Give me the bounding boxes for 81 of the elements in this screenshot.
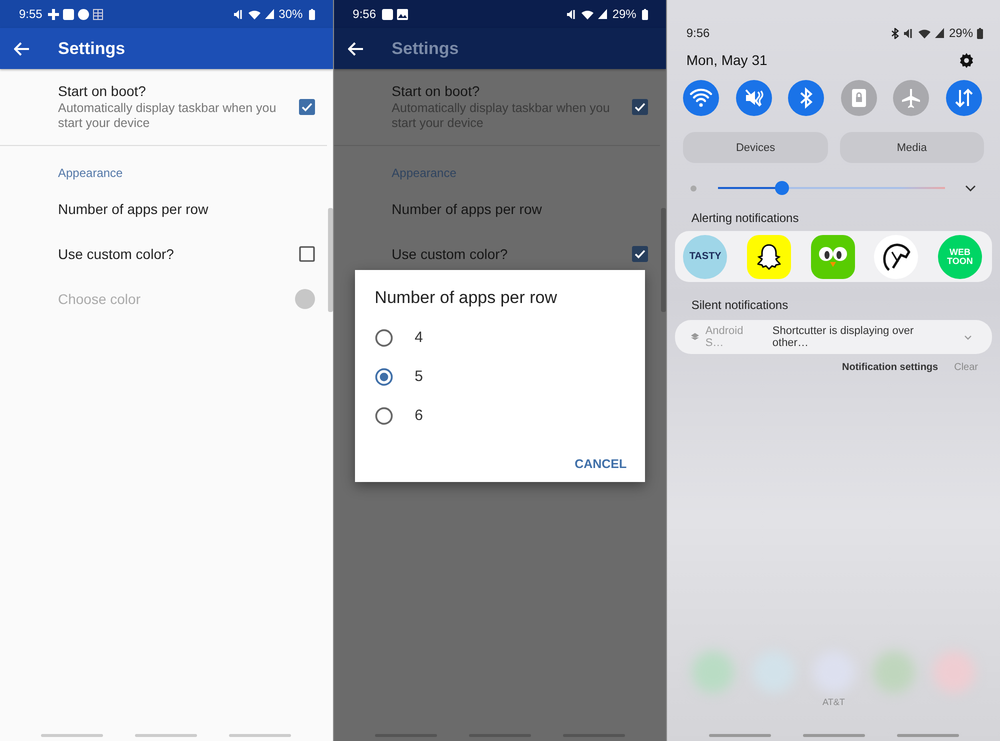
radio-option[interactable]: 6 bbox=[374, 396, 627, 435]
radio-option[interactable]: 4 bbox=[374, 318, 627, 357]
bluetooth-toggle[interactable] bbox=[788, 80, 824, 116]
battery-icon bbox=[308, 8, 315, 20]
layers-icon bbox=[691, 333, 700, 341]
chevron-down-icon[interactable] bbox=[965, 184, 976, 192]
preference-summary: Automatically display taskbar when you start your device bbox=[58, 101, 278, 131]
category-header: Appearance bbox=[57, 165, 124, 182]
data-toggle[interactable] bbox=[946, 80, 982, 116]
preference-title: Use custom color? bbox=[58, 246, 175, 262]
back-icon[interactable] bbox=[348, 42, 364, 56]
airplane-toggle[interactable] bbox=[893, 80, 930, 116]
status-time: 9:55 bbox=[19, 7, 42, 21]
signal-icon bbox=[598, 9, 608, 19]
checkbox[interactable] bbox=[298, 246, 315, 262]
mute-toggle[interactable] bbox=[736, 80, 772, 116]
radio-button[interactable] bbox=[374, 368, 393, 386]
screen-title: Settings bbox=[392, 38, 459, 58]
preference-title: Number of apps per row bbox=[58, 200, 210, 216]
circle-icon bbox=[78, 8, 90, 20]
section-title: Silent notifications bbox=[690, 297, 790, 312]
preference-title: Choose color bbox=[58, 290, 142, 306]
battery-percent: 29% bbox=[612, 7, 636, 21]
radio-button[interactable] bbox=[374, 328, 393, 346]
wifi-icon bbox=[248, 8, 261, 20]
panel-button[interactable]: Devices bbox=[683, 132, 828, 163]
signal-icon bbox=[264, 9, 275, 19]
mute-icon bbox=[902, 28, 914, 38]
preference-title: Use custom color? bbox=[392, 246, 509, 262]
app-logo[interactable]: TASTY bbox=[683, 234, 728, 278]
status-time: 9:56 bbox=[352, 7, 376, 21]
wifi-icon bbox=[581, 8, 594, 20]
dialog-title: Number of apps per row bbox=[374, 288, 558, 308]
back-icon[interactable] bbox=[14, 42, 30, 56]
preference-title: Start on boot? bbox=[392, 83, 481, 99]
square-icon bbox=[63, 8, 74, 20]
ghost-app-icon[interactable] bbox=[747, 234, 791, 278]
brightness-slider[interactable] bbox=[718, 181, 946, 195]
battery-icon bbox=[642, 8, 648, 20]
preference-row[interactable]: Use custom color? bbox=[0, 231, 327, 276]
carrier-label: AT&T bbox=[822, 697, 846, 707]
notification-card[interactable]: Android S… Shortcutter is displaying over other… bbox=[675, 320, 992, 354]
grid-icon bbox=[93, 8, 104, 20]
battery-percent: 30% bbox=[278, 7, 303, 21]
brightness-icon bbox=[689, 184, 698, 192]
preference-row[interactable]: Number of apps per row bbox=[0, 186, 327, 231]
section-title: Alerting notifications bbox=[690, 210, 800, 225]
color-swatch[interactable] bbox=[294, 288, 315, 308]
screen-title: Settings bbox=[58, 38, 126, 58]
signal-icon bbox=[934, 28, 945, 38]
preference-title: Number of apps per row bbox=[392, 200, 543, 216]
radio-button[interactable] bbox=[374, 406, 393, 424]
category-header: Appearance bbox=[390, 165, 458, 182]
status-time: 9:56 bbox=[686, 26, 710, 40]
settings-icon[interactable] bbox=[959, 52, 974, 68]
preference-title: Start on boot? bbox=[58, 83, 147, 99]
notification-app: Android S… bbox=[705, 325, 744, 349]
panel-button[interactable]: Media bbox=[840, 132, 984, 163]
square-icon bbox=[382, 8, 394, 20]
image-icon bbox=[397, 8, 408, 20]
checkbox[interactable] bbox=[632, 246, 648, 262]
checkbox[interactable] bbox=[298, 99, 315, 115]
mute-icon bbox=[566, 8, 578, 20]
cancel-button[interactable]: CANCEL bbox=[574, 453, 627, 475]
option-label: 6 bbox=[414, 407, 424, 424]
date-label: Mon, May 31 bbox=[686, 52, 768, 68]
text-button[interactable]: Notification settings bbox=[842, 362, 938, 373]
owl-app-icon[interactable] bbox=[810, 234, 855, 278]
mute-icon bbox=[232, 8, 244, 20]
option-label: 4 bbox=[414, 329, 424, 346]
bluetooth-icon bbox=[890, 28, 899, 38]
lock-toggle[interactable] bbox=[840, 80, 877, 116]
option-label: 5 bbox=[414, 368, 424, 385]
checkbox[interactable] bbox=[632, 99, 648, 115]
notification-text: Shortcutter is displaying over other… bbox=[772, 325, 915, 349]
slider-thumb[interactable] bbox=[774, 181, 789, 195]
battery-percent: 29% bbox=[948, 26, 974, 40]
battery-icon bbox=[977, 28, 984, 38]
radio-option[interactable]: 5 bbox=[374, 357, 627, 396]
wifi-toggle[interactable] bbox=[683, 80, 720, 116]
wifi-icon bbox=[918, 28, 931, 38]
